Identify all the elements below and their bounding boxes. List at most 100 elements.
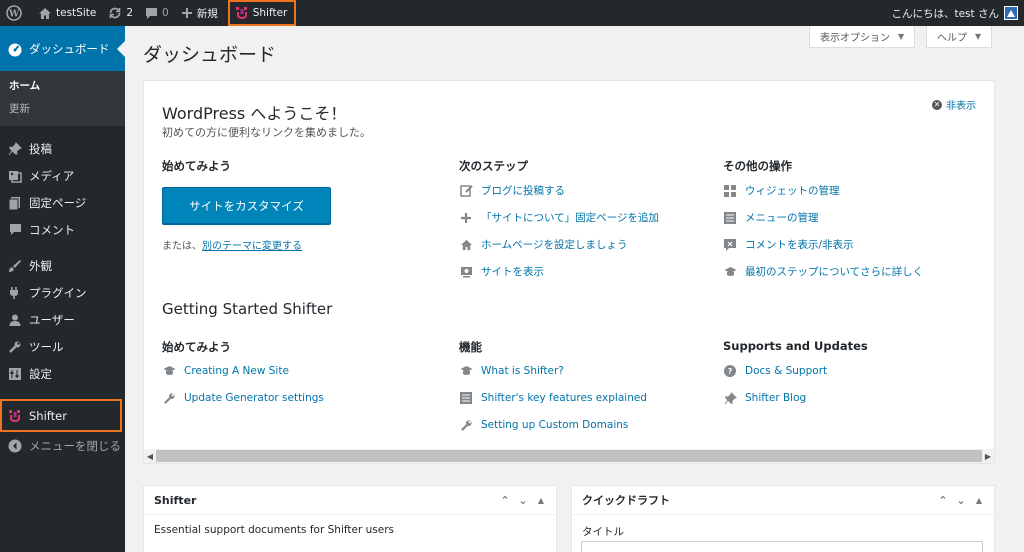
admin-bar: W testSite 2 0 新規 Shifter こんにちは、test さん [0, 0, 1024, 26]
submenu-updates[interactable]: 更新 [0, 97, 125, 120]
sidebar-item-posts[interactable]: 投稿 [0, 135, 125, 162]
link-add-about-page[interactable]: 「サイトについて」固定ページを追加 [459, 210, 659, 225]
link-learn-more[interactable]: 最初のステップについてさらに詳しく [723, 264, 923, 279]
admin-sidebar: ダッシュボード ホーム 更新 投稿 メディア 固定ページ コメント 外観 プラグ… [0, 26, 125, 552]
shifter-adminbar-menu[interactable]: Shifter [227, 0, 297, 26]
col-head-get-started: 始めてみよう [162, 159, 231, 173]
help-label: ヘルプ [937, 33, 967, 44]
sidebar-item-tools[interactable]: ツール [0, 333, 125, 360]
scroll-left-icon[interactable]: ◀ [144, 452, 156, 461]
sidebar-item-shifter[interactable]: Shifter [0, 399, 122, 432]
wp-logo-menu[interactable]: W [0, 0, 32, 26]
shifter-col-head-support: Supports and Updates [723, 339, 868, 353]
link-update-generator[interactable]: Update Generator settings [162, 391, 324, 405]
scroll-right-icon[interactable]: ▶ [982, 452, 994, 461]
col-head-next-steps: 次のステップ [459, 159, 528, 173]
comments-menu[interactable]: 0 [139, 0, 175, 26]
link-label: ブログに投稿する [481, 185, 565, 197]
pin-icon [7, 141, 23, 157]
comments-count: 0 [162, 7, 169, 19]
customize-site-button[interactable]: サイトをカスタマイズ [162, 187, 331, 224]
link-label: ホームページを設定しましょう [481, 239, 628, 251]
link-write-post[interactable]: ブログに投稿する [459, 183, 565, 198]
link-label: Setting up Custom Domains [481, 419, 629, 431]
view-site-icon [459, 265, 473, 279]
toggle-icon[interactable]: ▲ [532, 496, 550, 505]
updates-icon [108, 6, 122, 20]
link-label: Docs & Support [745, 365, 828, 377]
graduation-cap-icon [162, 364, 176, 378]
link-creating-new-site[interactable]: Creating A New Site [162, 364, 289, 378]
move-down-icon[interactable]: ⌄ [952, 494, 970, 507]
link-label: メニューの管理 [745, 212, 819, 224]
link-label: Creating A New Site [184, 365, 289, 377]
sidebar-item-users[interactable]: ユーザー [0, 306, 125, 333]
toggle-icon[interactable]: ▲ [970, 496, 988, 505]
vertical-scrollbar[interactable] [1018, 26, 1024, 552]
shifter-logo-icon [235, 6, 249, 20]
settings-icon [7, 366, 23, 382]
scroll-thumb[interactable] [156, 450, 982, 462]
sidebar-item-label: ユーザー [29, 312, 75, 327]
dashboard-submenu: ホーム 更新 [0, 71, 125, 126]
quick-draft-header[interactable]: クイックドラフト ⌃ ⌄ ▲ [572, 486, 994, 515]
collapse-menu-button[interactable]: メニューを閉じる [0, 432, 125, 459]
link-label: What is Shifter? [481, 365, 564, 377]
sidebar-item-settings[interactable]: 設定 [0, 360, 125, 387]
link-shifter-blog[interactable]: Shifter Blog [723, 391, 806, 405]
horizontal-scrollbar[interactable]: ◀ ▶ [144, 449, 994, 463]
screen-options-button[interactable]: 表示オプション ▼ [809, 26, 916, 48]
updates-menu[interactable]: 2 [102, 0, 139, 26]
sidebar-item-comments[interactable]: コメント [0, 216, 125, 243]
plugin-icon [7, 285, 23, 301]
move-up-icon[interactable]: ⌃ [496, 494, 514, 507]
help-icon: ? [723, 364, 737, 378]
link-manage-widgets[interactable]: ウィジェットの管理 [723, 183, 840, 198]
link-custom-domains[interactable]: Setting up Custom Domains [459, 418, 628, 432]
link-label: コメントを表示/非表示 [745, 239, 854, 251]
welcome-subtitle: 初めての方に便利なリンクを集めました。 [162, 126, 371, 139]
sidebar-item-label: ツール [29, 339, 64, 354]
link-docs-support[interactable]: ? Docs & Support [723, 364, 827, 378]
sidebar-item-label: コメント [29, 222, 75, 237]
sidebar-item-dashboard[interactable]: ダッシュボード [0, 26, 125, 71]
graduation-cap-icon [459, 364, 473, 378]
page-title: ダッシュボード [143, 44, 277, 66]
link-what-is-shifter[interactable]: What is Shifter? [459, 364, 564, 378]
help-button[interactable]: ヘルプ ▼ [926, 26, 993, 48]
link-setup-homepage[interactable]: ホームページを設定しましょう [459, 237, 627, 252]
link-label: 最初のステップについてさらに詳しく [745, 266, 924, 278]
sidebar-item-media[interactable]: メディア [0, 162, 125, 189]
move-down-icon[interactable]: ⌄ [514, 494, 532, 507]
draft-title-input[interactable] [581, 541, 983, 552]
home-icon [38, 7, 52, 20]
link-toggle-comments[interactable]: コメントを表示/非表示 [723, 237, 854, 252]
sidebar-item-appearance[interactable]: 外観 [0, 252, 125, 279]
sidebar-item-label: ダッシュボード [29, 41, 110, 56]
page-icon [7, 195, 23, 211]
my-account-menu[interactable]: こんにちは、test さん [885, 0, 1024, 26]
welcome-panel: WordPress へようこそ！ 初めての方に便利なリンクを集めました。 ✕ 非… [143, 80, 995, 464]
change-theme-link[interactable]: 別のテーマに変更する [202, 241, 302, 252]
main-content: 表示オプション ▼ ヘルプ ▼ ダッシュボード WordPress へようこそ！… [125, 26, 1024, 552]
brush-icon [7, 258, 23, 274]
link-view-site[interactable]: サイトを表示 [459, 264, 544, 279]
submenu-home[interactable]: ホーム [0, 74, 125, 97]
sidebar-item-label: 固定ページ [29, 195, 87, 210]
site-name: testSite [56, 7, 97, 19]
widget-title: Shifter [154, 493, 197, 507]
new-content-menu[interactable]: 新規 [175, 0, 224, 26]
sidebar-item-plugins[interactable]: プラグイン [0, 279, 125, 306]
move-up-icon[interactable]: ⌃ [934, 494, 952, 507]
plus-icon [181, 7, 193, 19]
caret-down-icon: ▼ [975, 32, 982, 41]
link-manage-menus[interactable]: メニューの管理 [723, 210, 819, 225]
screen-options-label: 表示オプション [820, 33, 890, 44]
link-label: サイトを表示 [481, 266, 544, 278]
sidebar-item-pages[interactable]: 固定ページ [0, 189, 125, 216]
wrench-icon [7, 339, 23, 355]
shifter-widget-header[interactable]: Shifter ⌃ ⌄ ▲ [144, 486, 556, 515]
dismiss-button[interactable]: ✕ 非表示 [932, 97, 976, 112]
link-key-features[interactable]: Shifter's key features explained [459, 391, 647, 405]
site-name-menu[interactable]: testSite [32, 0, 102, 26]
